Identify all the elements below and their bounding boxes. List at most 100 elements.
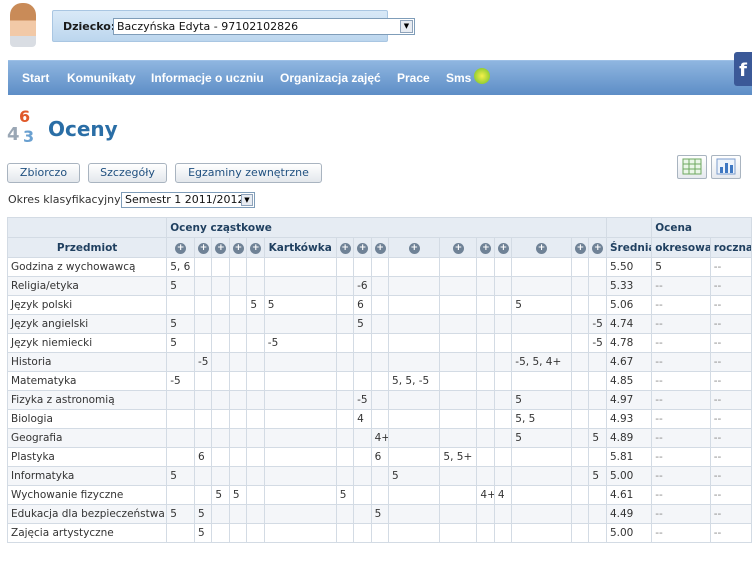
grade-cell: [493, 428, 513, 448]
add-grade-column-button[interactable]: +: [439, 237, 478, 258]
plus-circle-icon[interactable]: +: [250, 243, 262, 254]
grade-cell: [246, 466, 265, 486]
chevron-down-icon[interactable]: ▼: [241, 194, 253, 206]
plus-circle-icon[interactable]: +: [592, 243, 604, 254]
grade-cell: 5: [246, 295, 265, 315]
grade-cell: [353, 504, 372, 524]
grade-cell: [388, 523, 441, 543]
annual-grade-cell: --: [709, 333, 752, 353]
add-grade-column-button[interactable]: +: [388, 237, 441, 258]
plus-circle-icon[interactable]: +: [374, 243, 386, 254]
semester-grade-cell: --: [651, 314, 711, 334]
grade-cell: [476, 390, 495, 410]
grade-cell: [476, 295, 495, 315]
grade-cell: 4: [353, 409, 372, 429]
grade-cell: [439, 409, 478, 429]
grade-cell: [476, 371, 495, 391]
annual-grade-cell: --: [709, 485, 752, 505]
grade-cell: [211, 276, 230, 296]
grade-cell: [246, 257, 265, 277]
facebook-icon[interactable]: f: [734, 52, 752, 86]
tab-zbiorczo[interactable]: Zbiorczo: [7, 163, 80, 183]
nav-item-start[interactable]: Start: [22, 71, 49, 85]
grade-cell: [228, 466, 248, 486]
grade-cell: [228, 314, 248, 334]
add-grade-column-button[interactable]: +: [246, 237, 265, 258]
grade-cell: [211, 447, 230, 467]
plus-circle-icon[interactable]: +: [480, 243, 492, 254]
add-grade-column-button[interactable]: +: [353, 237, 372, 258]
grade-cell: 5: [263, 295, 337, 315]
table-row: Plastyka 6 6 5, 5+ 5.81 -- --: [6, 447, 752, 467]
add-grade-column-button[interactable]: +: [370, 237, 390, 258]
plus-circle-icon[interactable]: +: [408, 243, 420, 254]
nav-item-komunikaty[interactable]: Komunikaty: [67, 71, 136, 85]
grade-cell: [588, 504, 607, 524]
grade-cell: [166, 352, 195, 372]
add-grade-column-button[interactable]: +: [476, 237, 495, 258]
grade-cell: 5: [588, 428, 607, 448]
add-grade-column-button[interactable]: +: [588, 237, 607, 258]
annual-grade-cell: --: [709, 295, 752, 315]
plus-circle-icon[interactable]: +: [197, 243, 209, 254]
svg-text:4: 4: [7, 124, 20, 144]
nav-item-prace[interactable]: Prace: [397, 71, 430, 85]
nav-item-sms[interactable]: Sms: [446, 71, 471, 85]
plus-circle-icon[interactable]: +: [215, 243, 227, 254]
header-average: Średnia: [605, 237, 653, 258]
grade-cell: [570, 352, 590, 372]
table-row: Religia/etyka 5 -6 5.33 -- --: [6, 276, 752, 296]
tab-egzaminy[interactable]: Egzaminy zewnętrzne: [175, 163, 322, 183]
chevron-down-icon[interactable]: ▼: [400, 20, 413, 33]
plus-circle-icon[interactable]: +: [175, 243, 187, 254]
grade-cell: [570, 466, 590, 486]
grade-cell: 5, 6: [166, 257, 195, 277]
plus-circle-icon[interactable]: +: [497, 243, 509, 254]
grade-cell: [246, 314, 265, 334]
grade-cell: [335, 257, 355, 277]
plus-circle-icon[interactable]: +: [232, 243, 244, 254]
grade-cell: [439, 314, 478, 334]
grade-cell: [370, 409, 390, 429]
nav-item-informacje[interactable]: Informacje o uczniu: [151, 71, 264, 85]
grade-cell: [211, 371, 230, 391]
add-grade-column-button[interactable]: +: [166, 237, 195, 258]
nav-item-organizacja[interactable]: Organizacja zajęć: [280, 71, 381, 85]
grade-cell: [370, 371, 390, 391]
grade-cell: [439, 333, 478, 353]
grade-cell: [511, 466, 572, 486]
tab-szczegoly[interactable]: Szczegóły: [88, 163, 167, 183]
add-grade-column-button[interactable]: +: [335, 237, 355, 258]
grade-cell: [228, 428, 248, 448]
plus-circle-icon[interactable]: +: [339, 243, 351, 254]
add-grade-column-button[interactable]: +: [193, 237, 213, 258]
table-icon: [682, 158, 702, 175]
add-grade-column-button[interactable]: +: [211, 237, 230, 258]
child-select[interactable]: Baczyńska Edyta - 97102102826 ▼: [113, 18, 415, 35]
add-grade-column-button[interactable]: +: [493, 237, 513, 258]
plus-circle-icon[interactable]: +: [357, 243, 369, 254]
grade-cell: 5: [193, 523, 213, 543]
grade-cell: [588, 485, 607, 505]
plus-circle-icon[interactable]: +: [536, 243, 548, 254]
table-view-button[interactable]: [677, 155, 707, 179]
grade-cell: 5: [228, 485, 248, 505]
grade-cell: [166, 409, 195, 429]
grade-cell: [570, 314, 590, 334]
add-grade-column-button[interactable]: +: [511, 237, 572, 258]
plus-circle-icon[interactable]: +: [452, 243, 464, 254]
header-kartkowka[interactable]: Kartkówka: [263, 237, 337, 258]
grade-cell: [263, 314, 337, 334]
svg-text:6: 6: [19, 108, 30, 126]
annual-grade-cell: --: [709, 466, 752, 486]
period-select[interactable]: Semestr 1 2011/2012 ▼: [121, 192, 255, 208]
add-grade-column-button[interactable]: +: [570, 237, 590, 258]
grade-cell: -5: [588, 333, 607, 353]
grade-cell: [439, 428, 478, 448]
grade-cell: [353, 352, 372, 372]
chart-view-button[interactable]: [711, 155, 741, 179]
add-grade-column-button[interactable]: +: [228, 237, 248, 258]
plus-circle-icon[interactable]: +: [574, 243, 586, 254]
grade-cell: [493, 523, 513, 543]
grade-cell: [570, 504, 590, 524]
